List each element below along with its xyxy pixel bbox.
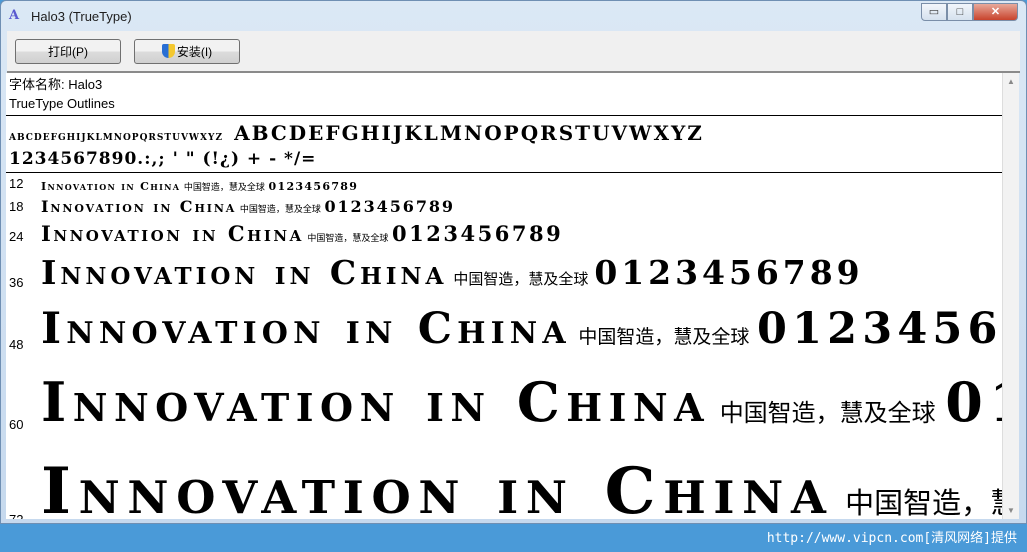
- charset-lowercase: abcdefghijklmnopqrstuvwxyz: [9, 129, 224, 144]
- sample-text: Innovation in China 中国智造，慧及全球 0123456789: [41, 253, 864, 292]
- sample-size: 24: [9, 229, 24, 244]
- sample-row: 60 Innovation in China 中国智造，慧及全球 0123456789: [6, 354, 1002, 434]
- install-label: 安装(I): [176, 44, 213, 59]
- sample-numbers: 0123456789: [757, 304, 1002, 354]
- sample-numbers: 0123456789: [324, 197, 455, 216]
- sample-chinese: 中国智造，慧及全球: [239, 205, 321, 215]
- scroll-up-arrow-icon[interactable]: ▲: [1003, 73, 1019, 90]
- font-preview-pane[interactable]: 字体名称: Halo3 TrueType Outlines abcdefghij…: [6, 73, 1002, 519]
- sample-size: 72: [9, 512, 41, 519]
- minimize-button[interactable]: ▭: [921, 3, 947, 21]
- sample-size: 60: [9, 417, 24, 432]
- charset-symbols: 1234567890.:,; ' " (!¿) + - */=: [9, 149, 317, 169]
- charset-uppercase: ABCDEFGHIJKLMNOPQRSTUVWXYZ: [234, 121, 704, 145]
- sample-row: 72Innovation in China中国智造，慧及全球0123456789: [6, 434, 1002, 519]
- sample-latin: Innovation in China: [41, 253, 448, 292]
- sample-numbers: 0123456789: [594, 253, 864, 292]
- sample-size: 36: [9, 275, 24, 290]
- sample-numbers: 0123456789: [945, 370, 1002, 434]
- sample-numbers: 0123456789: [391, 221, 564, 246]
- title-bar: A Halo3 (TrueType) ▭ □ ✕: [1, 1, 1026, 31]
- sample-latin: Innovation in China: [41, 180, 181, 193]
- sample-latin: Innovation in China: [41, 454, 834, 519]
- sample-text: Innovation in China 中国智造，慧及全球 0123456789: [41, 304, 1002, 354]
- toolbar: 打印(P) 安装(I): [7, 31, 1020, 73]
- vertical-scrollbar[interactable]: ▲ ▼: [1002, 73, 1019, 519]
- sample-row: 48 Innovation in China 中国智造，慧及全球 0123456789: [6, 292, 1002, 354]
- font-type: TrueType Outlines: [9, 96, 115, 111]
- sample-chinese: 中国智造，慧及全球: [183, 183, 265, 193]
- sample-row: 36 Innovation in China 中国智造，慧及全球 0123456789: [6, 246, 1002, 292]
- sample-size: 12: [9, 176, 24, 191]
- sample-size: 48: [9, 337, 24, 352]
- sample-row: 12 Innovation in China 中国智造，慧及全球 0123456789: [6, 173, 1002, 193]
- uac-shield-icon: [161, 44, 175, 58]
- sample-latin: Innovation in China: [41, 197, 237, 216]
- watermark-text: http://www.vipcn.com[清风网络]提供: [766, 531, 1017, 546]
- sample-text: Innovation in China中国智造，慧及全球0123456789: [41, 221, 563, 246]
- sample-text: Innovation in China中国智造，慧及全球0123456789: [41, 180, 358, 193]
- font-name: 字体名称: Halo3: [9, 77, 103, 92]
- sample-chinese: 中国智造，慧及全球: [719, 399, 936, 427]
- print-label: 打印(P): [48, 44, 88, 59]
- close-button[interactable]: ✕: [973, 3, 1018, 21]
- sample-numbers: 0123456789: [268, 180, 359, 193]
- sample-list: 12 Innovation in China 中国智造，慧及全球 0123456789…: [6, 173, 1002, 519]
- scroll-down-arrow-icon[interactable]: ▼: [1003, 502, 1019, 519]
- sample-latin: Innovation in China: [41, 304, 571, 354]
- sample-latin: Innovation in China: [41, 370, 711, 434]
- sample-text: Innovation in China中国智造，慧及全球0123456789: [41, 454, 1002, 519]
- sample-chinese: 中国智造，慧及全球: [453, 270, 589, 288]
- font-icon: A: [9, 8, 20, 23]
- sample-chinese: 中国智造，慧及全球: [845, 486, 1002, 519]
- sample-row: 24 Innovation in China 中国智造，慧及全球 0123456789: [6, 216, 1002, 246]
- sample-latin: Innovation in China: [41, 221, 304, 246]
- maximize-button[interactable]: □: [947, 3, 973, 21]
- window-title: Halo3 (TrueType): [31, 8, 132, 24]
- character-set: abcdefghijklmnopqrstuvwxyz ABCDEFGHIJKLM…: [6, 116, 1002, 172]
- sample-row: 18 Innovation in China 中国智造，慧及全球 0123456789: [6, 193, 1002, 216]
- sample-chinese: 中国智造，慧及全球: [578, 326, 750, 348]
- sample-text: Innovation in China 中国智造，慧及全球 0123456789: [41, 370, 1002, 434]
- sample-chinese: 中国智造，慧及全球: [307, 234, 389, 244]
- install-button[interactable]: 安装(I): [134, 38, 240, 64]
- sample-size: 18: [9, 199, 24, 214]
- sample-text: Innovation in China中国智造，慧及全球0123456789: [41, 197, 455, 216]
- print-button[interactable]: 打印(P): [15, 38, 121, 64]
